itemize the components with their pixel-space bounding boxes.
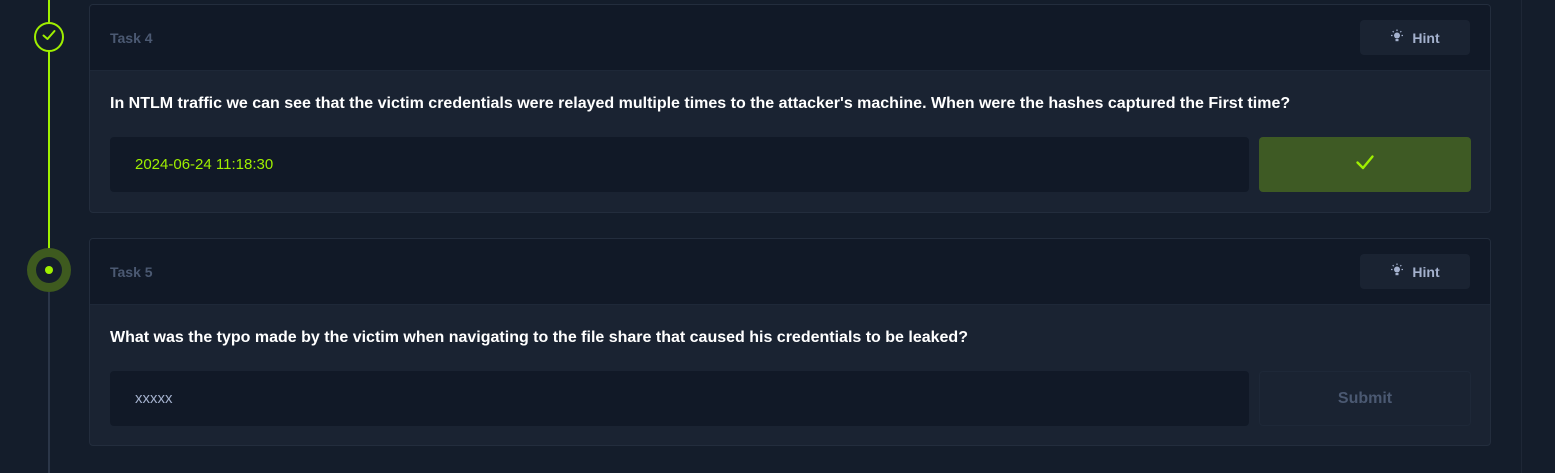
hint-button[interactable]: Hint bbox=[1360, 254, 1470, 289]
answer-input[interactable] bbox=[110, 371, 1249, 426]
hint-label: Hint bbox=[1412, 29, 1440, 46]
task-question: In NTLM traffic we can see that the vict… bbox=[110, 95, 1291, 112]
timeline-node-active-ring bbox=[36, 257, 62, 283]
task-question: What was the typo made by the victim whe… bbox=[110, 329, 968, 346]
check-icon bbox=[1354, 151, 1376, 178]
dot-icon bbox=[45, 266, 53, 274]
page: Task 4 Hint In NTLM traffic we can see t… bbox=[0, 0, 1555, 473]
hint-button[interactable]: Hint bbox=[1360, 20, 1470, 55]
task-card-4: Task 4 Hint In NTLM traffic we can see t… bbox=[89, 4, 1491, 213]
task-title: Task 5 bbox=[110, 264, 153, 280]
lightbulb-icon bbox=[1390, 29, 1404, 46]
lightbulb-icon bbox=[1390, 263, 1404, 280]
task-card-5: Task 5 Hint What was the typo made by th… bbox=[89, 238, 1491, 446]
submit-button-completed[interactable] bbox=[1259, 137, 1471, 192]
timeline-line-pending bbox=[48, 292, 50, 473]
task-card-header: Task 5 Hint bbox=[90, 239, 1490, 305]
check-icon bbox=[41, 27, 57, 48]
task-card-header: Task 4 Hint bbox=[90, 5, 1490, 71]
timeline-node-active bbox=[27, 248, 71, 292]
answer-input[interactable] bbox=[110, 137, 1249, 192]
panel-divider bbox=[1521, 0, 1522, 473]
timeline-node-completed bbox=[34, 22, 64, 52]
hint-label: Hint bbox=[1412, 263, 1440, 280]
task-title: Task 4 bbox=[110, 30, 153, 46]
submit-button[interactable]: Submit bbox=[1259, 371, 1471, 426]
